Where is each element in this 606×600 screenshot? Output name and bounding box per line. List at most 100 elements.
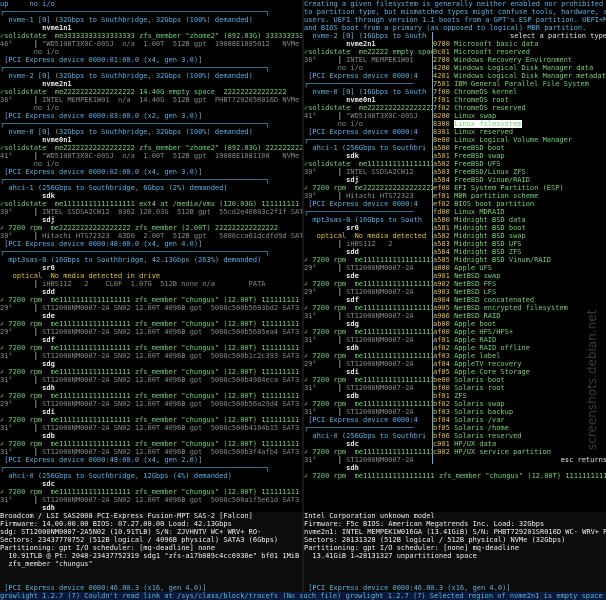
partition-type-name: Linux reserved — [454, 128, 514, 136]
partition-type-item[interactable]: a905 NetBSD encrypted filesystem — [433, 304, 606, 312]
partition-type-item[interactable]: a501 FreeBSD swap — [433, 152, 606, 160]
partition-type-item[interactable]: c001 HP/UX data — [433, 440, 606, 448]
partition-type-item[interactable]: af00 Apple HFS/HFS+ — [433, 328, 606, 336]
partition-type-name: ZFS — [454, 392, 467, 400]
partition-type-item[interactable]: bf06 Solaris reserved — [433, 432, 606, 440]
info-line — [304, 576, 606, 584]
device-row[interactable]: ✓ 7200 rpm me11111111111111111 zfs_membe… — [304, 472, 606, 480]
partition-type-item[interactable]: af04 AppleTV recovery — [433, 360, 606, 368]
partition-type-item[interactable]: c002 HP/UX service partition — [433, 448, 606, 456]
partition-type-item[interactable]: fd00 Linux MDRAID — [433, 208, 606, 216]
partition-type-item[interactable]: af03 Apple label — [433, 352, 606, 360]
partition-type-code: a581 — [433, 224, 450, 232]
partition-type-item[interactable]: be00 Solaris boot — [433, 376, 606, 384]
partition-type-item[interactable]: a504 FreeBSD Vinum/RAID — [433, 176, 606, 184]
partition-type-item[interactable]: af05 Apple Core Storage — [433, 368, 606, 376]
partition-type-item[interactable]: af01 Apple RAID — [433, 336, 606, 344]
partition-type-item[interactable]: 7f01 ChromeOS root — [433, 96, 606, 104]
device-row: nvme0n1 — [0, 136, 270, 144]
partition-type-item[interactable]: a904 NetBSD concatenated — [433, 296, 606, 304]
partition-type-item[interactable]: 4200 Windows Logical Disk Manager data — [433, 64, 606, 72]
partition-type-item[interactable]: 8301 Linux reserved — [433, 128, 606, 136]
info-line: nvme2n1: INTEL MEMPEK1W016GA (13.41GiB) … — [304, 528, 606, 536]
partition-type-item[interactable]: ef01 MBR partition scheme — [433, 192, 606, 200]
device-row[interactable]: ✓ 7200 rpm me11111111111111111 zfs_membe… — [0, 488, 302, 496]
partition-type-list[interactable]: 0700 Microsoft basic data 0c01 Microsoft … — [433, 40, 606, 456]
device-row[interactable]: ✓ 7200 rpm me22222222222222222 zfs_membe… — [0, 224, 302, 232]
device-row[interactable]: ✓solidstate me22222222222222222 14.40G e… — [0, 88, 302, 96]
partition-type-code: 8200 — [433, 112, 450, 120]
partition-type-item[interactable]: 8200 Linux swap — [433, 112, 606, 120]
partition-type-item[interactable]: 8e00 Linux Logical Volume Manager — [433, 136, 606, 144]
device-row: ┌───────────────────────────────────────… — [0, 120, 270, 128]
partition-type-item[interactable]: 8300 Linux filesystem — [433, 120, 606, 128]
partition-type-item[interactable]: 0c01 Microsoft reserved — [433, 48, 606, 56]
partition-type-item[interactable]: a580 Midnight BSD data — [433, 216, 606, 224]
partition-type-item[interactable]: bf03 Solaris backup — [433, 408, 606, 416]
device-row[interactable]: ✓solidstate me11111111111111111 ext4 at … — [0, 200, 302, 208]
device-row[interactable]: ✓ 7200 rpm me11111111111111111 zfs_membe… — [0, 416, 302, 424]
device-row: ┃ iHBS112 2 CL0F 1.07G 512B none n/a PAT… — [0, 280, 266, 288]
partition-type-item[interactable]: a502 FreeBSD UFS — [433, 160, 606, 168]
device-row: sde — [0, 312, 270, 320]
device-row: nvme-1 [0] (32Gbps to Southbridge, 32Gbp… — [0, 16, 270, 24]
partition-type-item[interactable]: a906 NetBSD RAID — [433, 312, 606, 320]
device-row[interactable]: ✓solidstate me22222222222222222 zfs_memb… — [0, 144, 302, 152]
partition-type-name: FreeBSD boot — [454, 144, 505, 152]
partition-type-code: 8301 — [433, 128, 450, 136]
partition-type-item[interactable]: bf00 Solaris root — [433, 384, 606, 392]
partition-type-code: 7f00 — [433, 88, 450, 96]
device-row[interactable]: ✓ 7200 rpm me11111111111111111 zfs_membe… — [0, 368, 302, 376]
device-row[interactable]: ✓ 7200 rpm me11111111111111111 zfs_membe… — [0, 296, 302, 304]
partition-type-item[interactable]: bf05 Solaris /home — [433, 424, 606, 432]
device-row[interactable]: ✓ 7200 rpm me11111111111111111 zfs_membe… — [0, 320, 302, 328]
partition-type-name: Solaris reserved — [454, 432, 522, 440]
partition-type-item[interactable]: a503 FreeBSD/Linux ZFS — [433, 168, 606, 176]
info-line: zfs_member "chungus" — [0, 560, 93, 568]
partition-type-name: Apple UFS — [454, 264, 493, 272]
partition-type-item[interactable]: ef00 EFI System Partition (ESP) — [433, 184, 606, 192]
partition-type-code: a901 — [433, 272, 450, 280]
partition-type-item[interactable]: a903 NetBSD LFS — [433, 288, 606, 296]
partition-type-item[interactable]: a800 Apple UFS — [433, 264, 606, 272]
partition-type-code: af05 — [433, 368, 450, 376]
partition-type-name: FreeBSD swap — [454, 152, 505, 160]
partition-type-item[interactable]: a582 Midnight BSD swap — [433, 232, 606, 240]
partition-type-code: a904 — [433, 296, 450, 304]
partition-type-item[interactable]: 4201 Windows Logical Disk Manager metada… — [433, 72, 606, 80]
device-row: 30° ┃ Hitachi HTS72323 A3D0 2.00T 512B g… — [0, 232, 302, 240]
partition-type-item[interactable]: af02 Apple RAID offline — [433, 344, 606, 352]
partition-type-item[interactable]: 2700 Windows Recovery Environment — [433, 56, 606, 64]
device-row[interactable]: ✓ 7200 rpm me11111111111111111 zfs_membe… — [0, 440, 302, 448]
watermark: screenshots.debian.net — [585, 309, 599, 450]
device-row: 36° ┃ INTEL MEMPEK1W01 n/a 14.40G 512B g… — [0, 96, 300, 104]
info-line: Partitioning: gpt I/O scheduler: [none] … — [304, 544, 519, 552]
partition-type-item[interactable]: ef02 BIOS boot partition — [433, 200, 606, 208]
partition-type-item[interactable]: a901 NetBSD swap — [433, 272, 606, 280]
partition-type-code: bf00 — [433, 384, 450, 392]
device-row[interactable]: ✓ 7200 rpm me11111111111111111 zfs_membe… — [0, 392, 302, 400]
partition-type-item[interactable]: 7501 IBM General Parallel File System — [433, 80, 606, 88]
partition-type-item[interactable]: 7f00 ChromeOS kernel — [433, 88, 606, 96]
info-line: 10.91TLB @ Pt: 2048-23437752319 sdg1 "zf… — [0, 552, 302, 560]
partition-type-name: BIOS boot partition — [454, 200, 535, 208]
partition-type-item[interactable]: bf01 ZFS — [433, 392, 606, 400]
partition-type-item[interactable]: a581 Midnight BSD boot — [433, 224, 606, 232]
partition-type-name: Solaris /var — [454, 416, 505, 424]
partition-type-item[interactable]: a584 Midnight BSD ZFS — [433, 248, 606, 256]
partition-type-item[interactable]: 0700 Microsoft basic data — [433, 40, 606, 48]
partition-type-item[interactable]: ab00 Apple boot — [433, 320, 606, 328]
partition-type-name: HP/UX service partition — [454, 448, 552, 456]
partition-type-item[interactable]: a585 Midnight BSD Vinum/RAID — [433, 256, 606, 264]
partition-type-item[interactable]: bf02 Solaris swap — [433, 400, 606, 408]
device-row[interactable]: ✓solidstate me33333333333333333 zfs_memb… — [0, 32, 302, 40]
partition-type-item[interactable]: a583 Midnight BSD UFS — [433, 240, 606, 248]
partition-type-item[interactable]: a902 NetBSD FFS — [433, 280, 606, 288]
partition-type-item[interactable]: a500 FreeBSD boot — [433, 144, 606, 152]
partition-type-item[interactable]: 7f02 ChromeOS reserved — [433, 104, 606, 112]
partition-type-name: Windows Logical Disk Manager metadata — [454, 72, 606, 80]
partition-type-name: Apple label — [454, 352, 501, 360]
partition-type-menu[interactable]: select a partition type 0700 Microsoft b… — [432, 32, 606, 464]
partition-type-item[interactable]: bf04 Solaris /var — [433, 416, 606, 424]
device-row[interactable]: ✓ 7200 rpm me11111111111111111 zfs_membe… — [0, 344, 302, 352]
